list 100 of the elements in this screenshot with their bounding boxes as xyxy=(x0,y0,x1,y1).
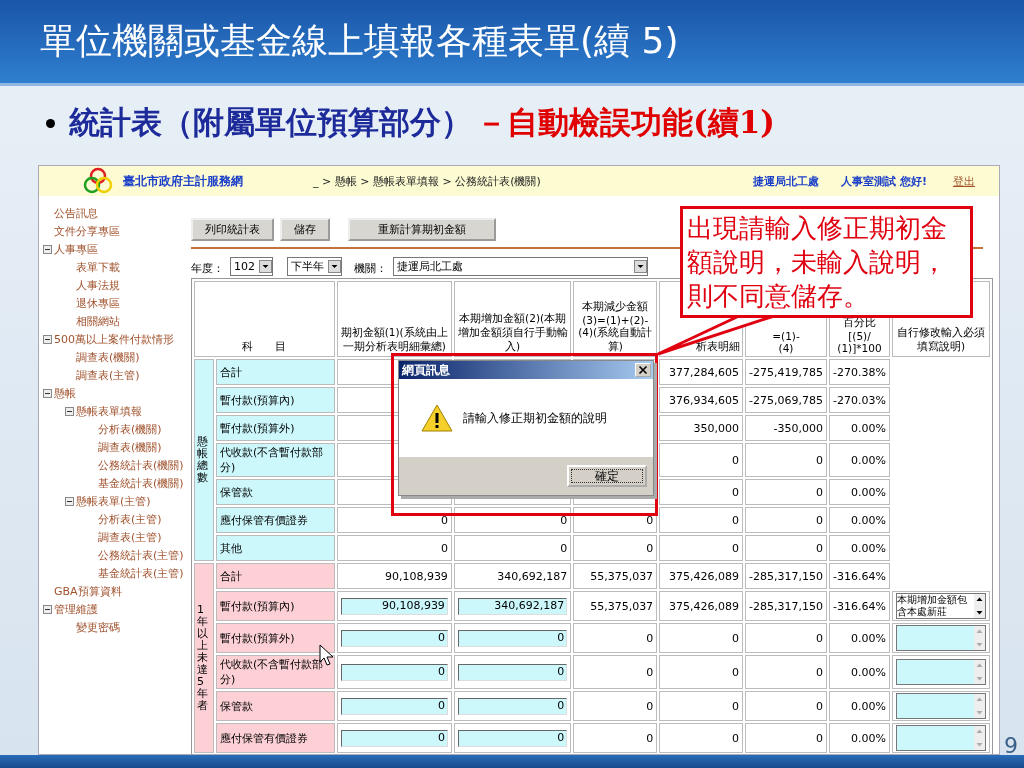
table-cell: 0 xyxy=(745,691,827,721)
table-cell: 0 xyxy=(659,535,744,561)
logout-link[interactable]: 登出 xyxy=(953,173,975,189)
amount-field[interactable]: 0 xyxy=(340,629,448,647)
subject-cell: 應付保管有價證券 xyxy=(215,507,335,533)
sidebar-item[interactable]: 調查表(主管) xyxy=(98,529,162,545)
table-cell: 0 xyxy=(745,535,827,561)
toolbar-button[interactable]: 儲存 xyxy=(280,218,330,241)
amount-field[interactable]: 0 xyxy=(457,663,568,681)
table-cell: 376,934,605 xyxy=(659,387,744,413)
table-cell: 0 xyxy=(745,507,827,533)
sidebar-item[interactable]: 調查表(機關) xyxy=(98,439,162,455)
table-cell: -350,000 xyxy=(745,415,827,441)
table-cell: 0 xyxy=(573,507,658,533)
table-cell: 0.00% xyxy=(829,623,890,653)
sidebar-item[interactable]: 懸帳表單(主管) xyxy=(76,493,151,509)
sidebar-item[interactable]: 基金統計表(機關) xyxy=(98,475,184,491)
subject-cell: 代收款(不含暫付款部分) xyxy=(215,655,335,689)
table-cell: 0 xyxy=(336,535,452,561)
subject-cell: 暫付款(預算內) xyxy=(215,387,335,413)
sidebar-item[interactable]: 人事專區 xyxy=(54,241,98,257)
bullet-icon xyxy=(46,118,55,128)
amount-field[interactable]: 0 xyxy=(340,663,448,681)
table-cell: 0 xyxy=(745,655,827,689)
collapse-icon[interactable] xyxy=(65,496,74,506)
bullet-highlight: －自動檢誤功能(續1) xyxy=(476,103,775,142)
warning-icon xyxy=(421,404,453,432)
logo-icon xyxy=(81,167,115,195)
user-greeting: 人事室測試 您好! xyxy=(841,173,927,189)
sidebar-item[interactable]: GBA預算資料 xyxy=(54,583,122,599)
table-cell: 0 xyxy=(659,623,744,653)
table-cell: -270.38% xyxy=(829,359,890,385)
bullet-text: 統計表（附屬單位預算部分） xyxy=(69,103,472,142)
collapse-icon[interactable] xyxy=(65,406,74,416)
subject-cell: 保管款 xyxy=(215,691,335,721)
sidebar-item[interactable]: 懸帳表單填報 xyxy=(76,403,142,419)
dialog-message: 請輸入修正期初金額的說明 xyxy=(463,409,607,427)
sidebar-item[interactable]: 公告訊息 xyxy=(54,205,98,221)
amount-field[interactable]: 0 xyxy=(457,629,568,647)
ok-button[interactable]: 確定 xyxy=(567,465,647,487)
note-field[interactable]: 本期增加金額包含本處新莊 xyxy=(895,593,986,619)
sidebar-item[interactable]: 管理維護 xyxy=(54,601,98,617)
sidebar-item[interactable]: 基金統計表(主管) xyxy=(98,565,184,581)
table-cell: 0.00% xyxy=(829,507,890,533)
sidebar-item[interactable]: 表單下載 xyxy=(76,259,120,275)
table-cell: 0 xyxy=(453,535,572,561)
table-cell: -275,419,785 xyxy=(745,359,827,385)
collapse-icon[interactable] xyxy=(43,244,52,254)
close-button[interactable] xyxy=(635,363,651,377)
amount-field[interactable]: 340,692,187 xyxy=(457,597,568,615)
close-icon xyxy=(638,365,648,375)
sidebar-item[interactable]: 分析表(機關) xyxy=(98,421,162,437)
subject-cell: 暫付款(預算外) xyxy=(215,415,335,441)
table-cell: -275,069,785 xyxy=(745,387,827,413)
table-cell: 0 xyxy=(573,623,658,653)
sidebar-item[interactable]: 人事法規 xyxy=(76,277,120,293)
table-cell: 377,284,605 xyxy=(659,359,744,385)
toolbar-button[interactable]: 列印統計表 xyxy=(191,218,274,241)
collapse-icon[interactable] xyxy=(43,334,52,344)
year-label: 年度： xyxy=(191,261,224,276)
table-cell: 0 xyxy=(659,479,744,505)
amount-field[interactable]: 0 xyxy=(340,697,448,715)
half-select[interactable]: 下半年 xyxy=(287,257,342,276)
agency-select[interactable]: 捷運局北工處 xyxy=(393,257,648,276)
sidebar-item[interactable]: 退休專區 xyxy=(76,295,120,311)
amount-field[interactable]: 0 xyxy=(457,729,568,747)
subject-cell: 暫付款(預算內) xyxy=(215,591,335,621)
sidebar-item[interactable]: 懸帳 xyxy=(54,385,76,401)
collapse-icon[interactable] xyxy=(43,388,52,398)
table-cell: 375,426,089 xyxy=(659,563,744,589)
amount-field[interactable]: 0 xyxy=(340,729,448,747)
amount-field[interactable]: 90,108,939 xyxy=(340,597,448,615)
collapse-icon[interactable] xyxy=(43,604,52,614)
table-cell: 0 xyxy=(573,723,658,753)
site-name: 臺北市政府主計服務網 xyxy=(123,172,243,190)
table-cell: 340,692,187 xyxy=(453,563,572,589)
sidebar-item[interactable]: 分析表(主管) xyxy=(98,511,162,527)
table-cell: -285,317,150 xyxy=(745,591,827,621)
table-cell: 0 xyxy=(659,443,744,477)
table-cell: 0 xyxy=(659,723,744,753)
page-number: 9 xyxy=(1004,733,1018,758)
sidebar-item[interactable]: 文件分享專區 xyxy=(54,223,120,239)
toolbar-button[interactable]: 重新計算期初金額 xyxy=(348,218,496,241)
sidebar-item[interactable]: 相關網站 xyxy=(76,313,120,329)
table-cell: 0 xyxy=(745,623,827,653)
amount-field[interactable]: 0 xyxy=(457,697,568,715)
subject-cell: 合計 xyxy=(215,359,335,385)
sidebar-item[interactable]: 500萬以上案件付款情形 xyxy=(54,331,174,347)
table-cell: 0 xyxy=(659,507,744,533)
table-cell: 0.00% xyxy=(829,479,890,505)
sidebar-item[interactable]: 變更密碼 xyxy=(76,619,120,635)
sidebar-item[interactable]: 調查表(機關) xyxy=(76,349,140,365)
sidebar-item[interactable]: 公務統計表(機關) xyxy=(98,457,184,473)
year-select[interactable]: 102 xyxy=(230,257,273,276)
subject-cell: 保管款 xyxy=(215,479,335,505)
table-cell: 0 xyxy=(745,443,827,477)
sidebar-item[interactable]: 調查表(主管) xyxy=(76,367,140,383)
table-cell: -285,317,150 xyxy=(745,563,827,589)
breadcrumb: _ > 懸帳 > 懸帳表單填報 > 公務統計表(機關) xyxy=(313,173,541,189)
sidebar-item[interactable]: 公務統計表(主管) xyxy=(98,547,184,563)
